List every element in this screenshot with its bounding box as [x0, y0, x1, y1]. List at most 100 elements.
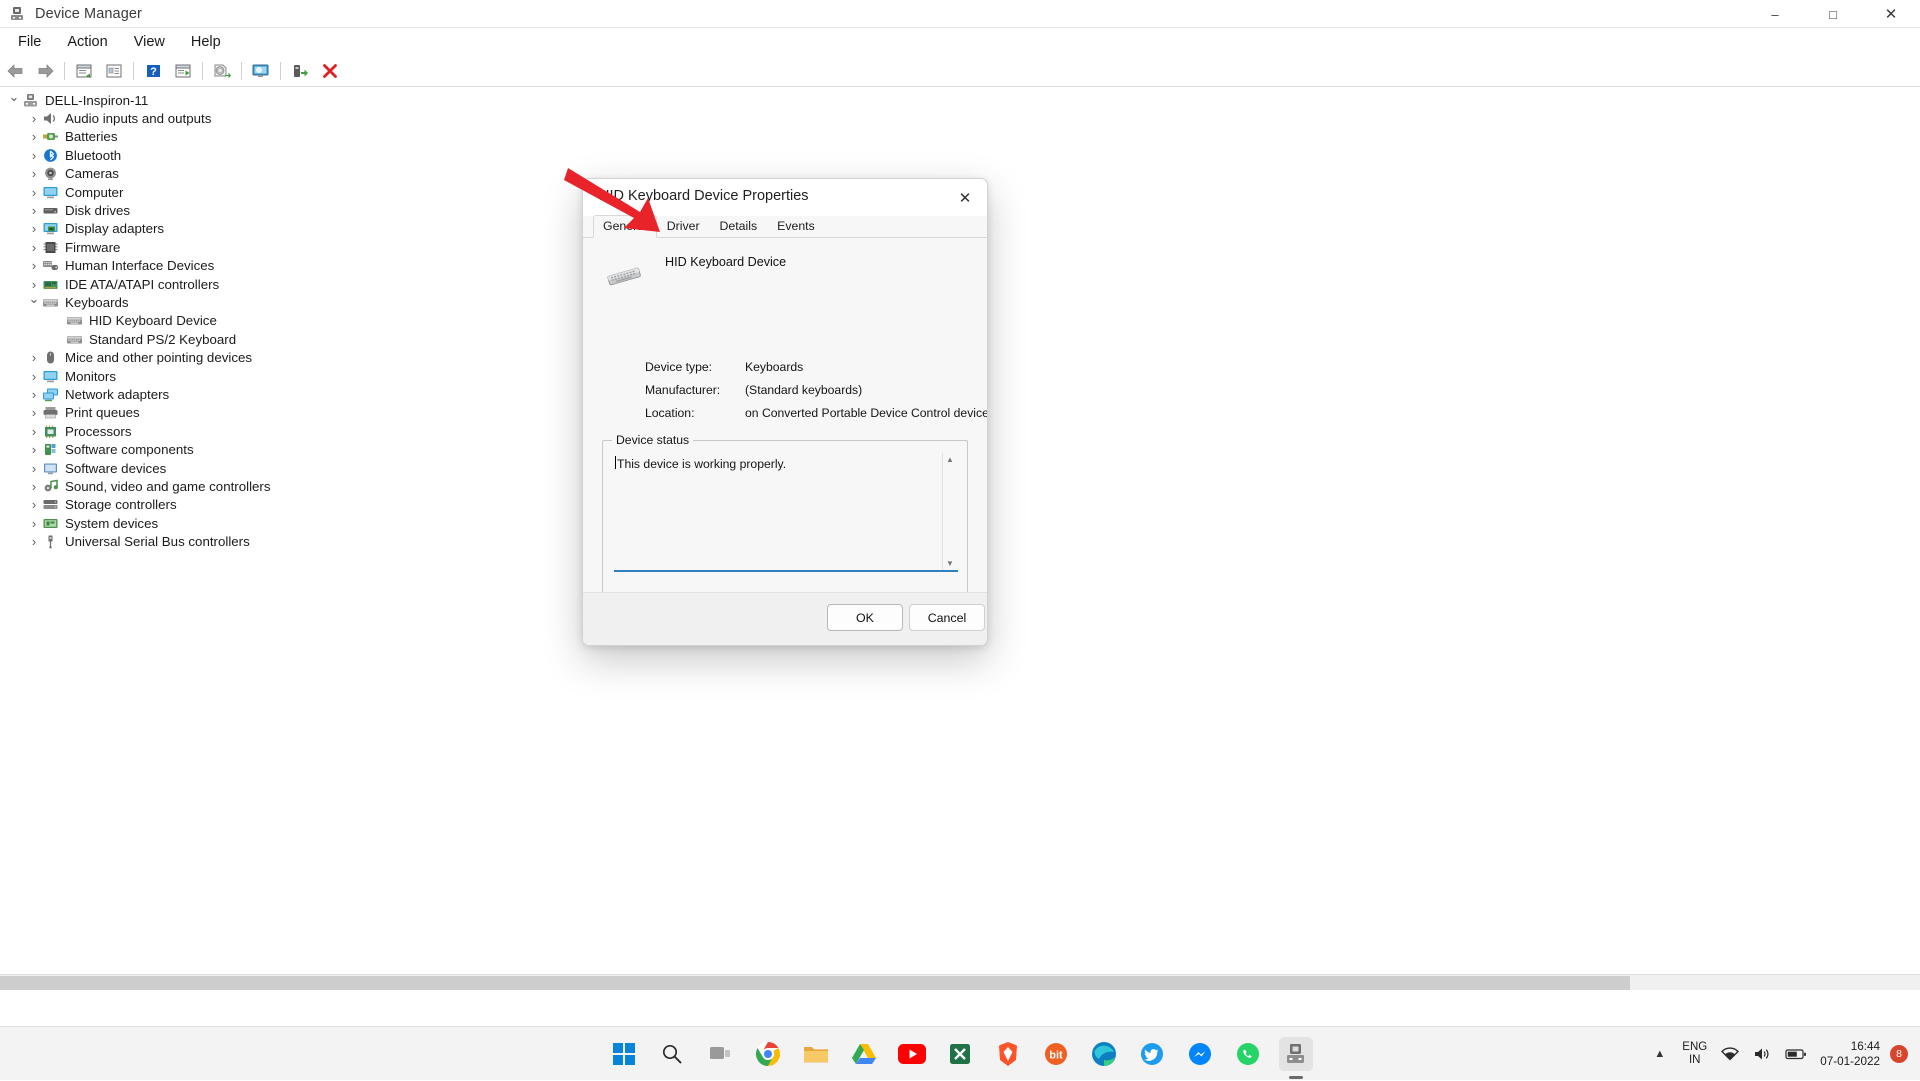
whatsapp-button[interactable]: [1231, 1037, 1265, 1071]
uninstall-device-button[interactable]: [315, 58, 345, 84]
device-properties-list: Device type: Keyboards Manufacturer: (St…: [645, 360, 988, 429]
file-explorer-button[interactable]: [799, 1037, 833, 1071]
update-driver-button[interactable]: [207, 58, 237, 84]
chevron-right-icon[interactable]: [26, 350, 42, 365]
tree-item-batteries[interactable]: Batteries: [0, 128, 1920, 146]
system-device-icon: [42, 516, 59, 531]
chevron-up-icon[interactable]: ▲: [1644, 1048, 1675, 1060]
youtube-button[interactable]: [895, 1037, 929, 1071]
tree-item-label: Monitors: [65, 369, 116, 384]
chevron-right-icon[interactable]: [26, 424, 42, 439]
tree-item-label: Human Interface Devices: [65, 258, 214, 273]
chevron-right-icon[interactable]: [26, 240, 42, 255]
status-vertical-scrollbar[interactable]: ▲ ▼: [942, 453, 956, 570]
property-row: Location: on Converted Portable Device C…: [645, 406, 988, 429]
device-type-label: Device type:: [645, 360, 745, 374]
tab-details[interactable]: Details: [710, 215, 768, 237]
google-drive-button[interactable]: [847, 1037, 881, 1071]
chrome-button[interactable]: [751, 1037, 785, 1071]
chevron-right-icon[interactable]: [26, 479, 42, 494]
tree-item-label: DELL-Inspiron-11: [45, 93, 148, 108]
chevron-right-icon[interactable]: [26, 405, 42, 420]
cancel-button[interactable]: Cancel: [909, 604, 985, 631]
scan-hardware-changes-button[interactable]: [246, 58, 276, 84]
chevron-right-icon[interactable]: [26, 166, 42, 181]
chevron-right-icon[interactable]: [26, 387, 42, 402]
speaker-icon[interactable]: [1746, 1035, 1778, 1073]
battery-icon[interactable]: [1778, 1035, 1814, 1073]
chevron-right-icon[interactable]: [26, 148, 42, 163]
chevron-right-icon[interactable]: [26, 221, 42, 236]
chevron-right-icon[interactable]: [26, 129, 42, 144]
back-button[interactable]: [0, 58, 30, 84]
menu-file[interactable]: File: [6, 32, 53, 52]
maximize-button[interactable]: □: [1804, 0, 1862, 28]
tree-item-label: Computer: [65, 185, 123, 200]
chevron-right-icon[interactable]: [26, 203, 42, 218]
forward-button[interactable]: [30, 58, 60, 84]
excel-button[interactable]: [943, 1037, 977, 1071]
tree-item-label: Bluetooth: [65, 148, 121, 163]
chevron-right-icon[interactable]: [26, 534, 42, 549]
chevron-down-icon[interactable]: [26, 294, 42, 310]
sound-controller-icon: [42, 479, 59, 494]
brave-button[interactable]: [991, 1037, 1025, 1071]
processor-icon: [42, 424, 59, 439]
dialog-close-icon[interactable]: ✕: [943, 179, 987, 216]
tree-item-label: Print queues: [65, 405, 140, 420]
properties-button[interactable]: [69, 58, 99, 84]
bitly-button[interactable]: bit: [1039, 1037, 1073, 1071]
menu-action[interactable]: Action: [55, 32, 119, 52]
ok-button[interactable]: OK: [827, 604, 903, 631]
wifi-icon[interactable]: [1714, 1035, 1746, 1073]
chevron-right-icon[interactable]: [26, 516, 42, 531]
tree-item-dell-inspiron-11[interactable]: DELL-Inspiron-11: [0, 91, 1920, 109]
twitter-button[interactable]: [1135, 1037, 1169, 1071]
edge-button[interactable]: [1087, 1037, 1121, 1071]
start-button[interactable]: [607, 1037, 641, 1071]
search-button[interactable]: [655, 1037, 689, 1071]
device-status-textbox[interactable]: This device is working properly.: [614, 453, 958, 569]
chevron-right-icon[interactable]: [26, 442, 42, 457]
clock-time: 16:44: [1820, 1039, 1880, 1054]
menu-view[interactable]: View: [122, 32, 177, 52]
device-status-group: Device status This device is working pro…: [602, 440, 968, 612]
messenger-button[interactable]: [1183, 1037, 1217, 1071]
task-view-button[interactable]: [703, 1037, 737, 1071]
tree-item-audio-inputs-and-outputs[interactable]: Audio inputs and outputs: [0, 109, 1920, 127]
keyboard-icon: [66, 332, 83, 347]
menu-help[interactable]: Help: [179, 32, 233, 52]
enable-device-button[interactable]: [285, 58, 315, 84]
chevron-right-icon[interactable]: [26, 277, 42, 292]
scan-button[interactable]: [168, 58, 198, 84]
chevron-right-icon[interactable]: [26, 461, 42, 476]
notification-badge[interactable]: 8: [1890, 1045, 1908, 1063]
camera-icon: [42, 166, 59, 181]
chevron-right-icon[interactable]: [26, 369, 42, 384]
minimize-button[interactable]: –: [1746, 0, 1804, 28]
device-manager-button[interactable]: [1279, 1037, 1313, 1071]
tab-events[interactable]: Events: [767, 215, 825, 237]
details-button[interactable]: [99, 58, 129, 84]
scrollbar-thumb[interactable]: [0, 976, 1630, 990]
help-button[interactable]: ?: [138, 58, 168, 84]
chevron-right-icon[interactable]: [26, 185, 42, 200]
tree-item-label: Sound, video and game controllers: [65, 479, 271, 494]
bluetooth-icon: [42, 148, 59, 163]
horizontal-scrollbar[interactable]: [0, 974, 1920, 990]
scroll-down-icon[interactable]: ▼: [943, 557, 957, 570]
monitor-icon: [42, 369, 59, 384]
dialog-titlebar: HID Keyboard Device Properties ✕: [583, 179, 987, 216]
chevron-right-icon[interactable]: [26, 258, 42, 273]
close-button[interactable]: ✕: [1862, 0, 1920, 28]
chevron-right-icon[interactable]: [26, 111, 42, 126]
scroll-up-icon[interactable]: ▲: [943, 453, 957, 466]
tree-item-bluetooth[interactable]: Bluetooth: [0, 146, 1920, 164]
language-indicator[interactable]: ENG IN: [1675, 1035, 1714, 1073]
chevron-right-icon[interactable]: [26, 497, 42, 512]
tab-general[interactable]: General: [593, 215, 657, 238]
tab-driver[interactable]: Driver: [657, 215, 710, 237]
clock[interactable]: 16:44 07-01-2022: [1814, 1039, 1890, 1069]
ide-controller-icon: [42, 277, 59, 292]
chevron-down-icon[interactable]: [6, 92, 22, 108]
